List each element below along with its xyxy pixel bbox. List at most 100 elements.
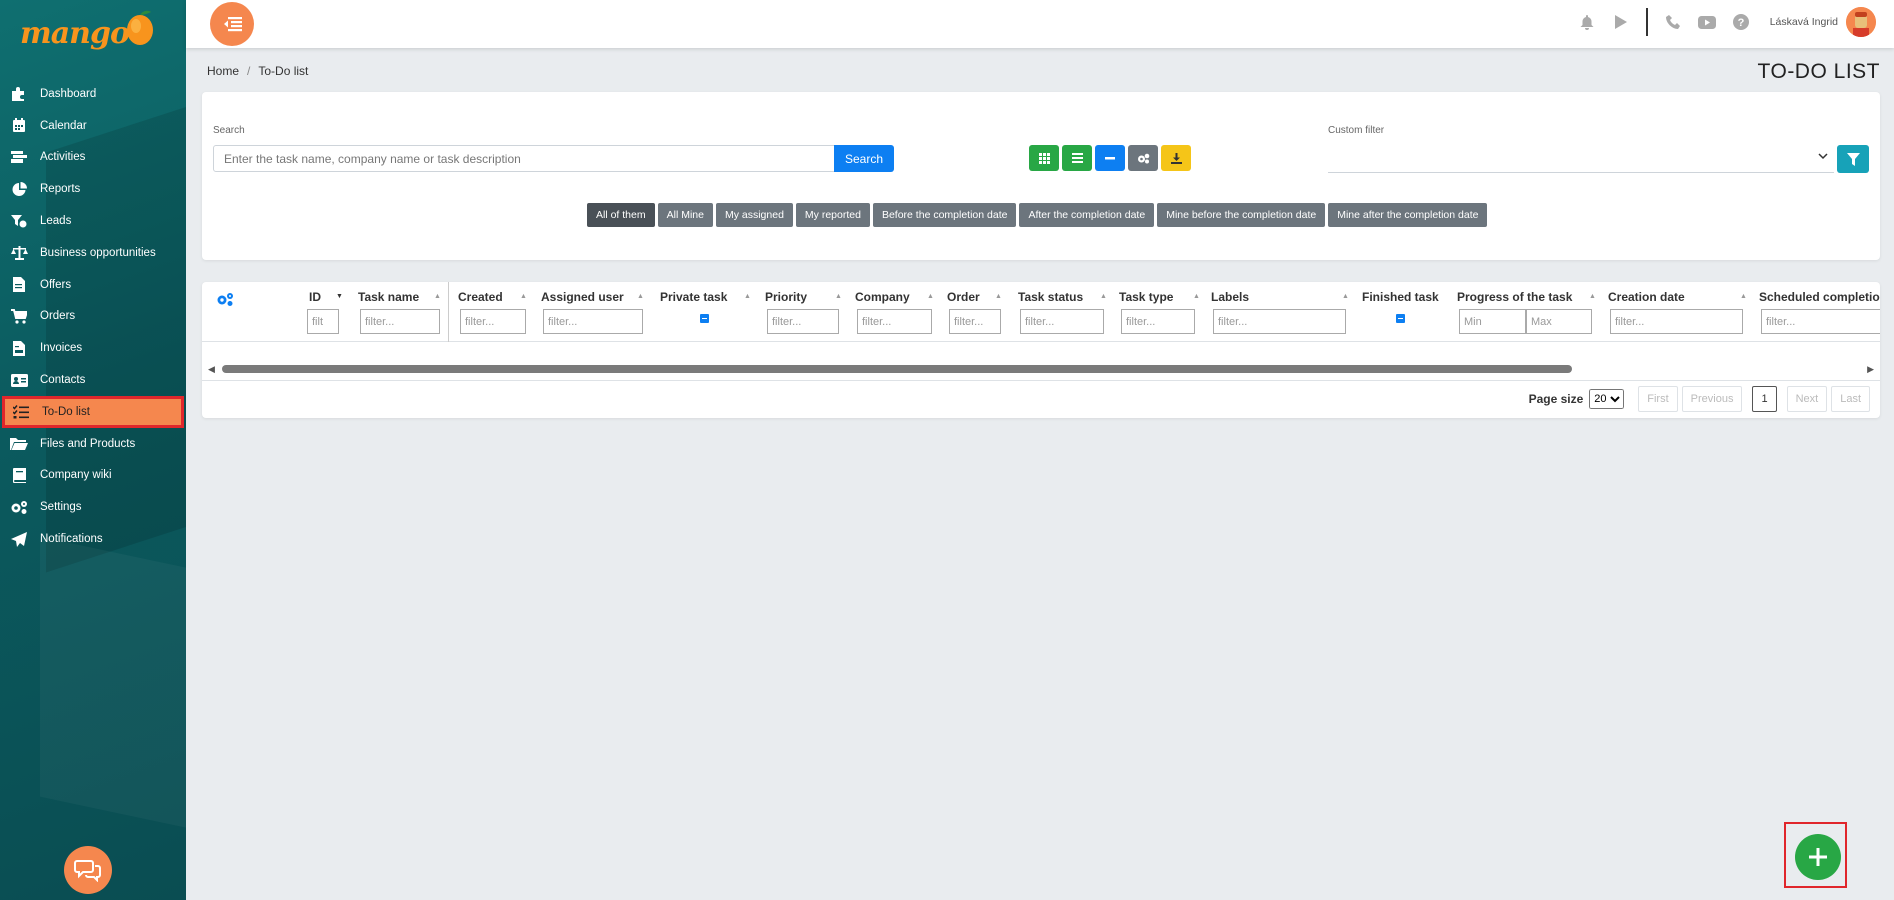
svg-text:?: ? xyxy=(1737,17,1744,29)
search-button[interactable]: Search xyxy=(834,145,894,172)
scrollbar-thumb[interactable] xyxy=(222,365,1572,373)
filter-input[interactable] xyxy=(307,309,339,334)
column-finished-task[interactable]: Finished task xyxy=(1362,290,1446,323)
column-company[interactable]: Company ▲ xyxy=(855,290,935,334)
play-icon[interactable] xyxy=(1604,15,1638,29)
horizontal-scrollbar[interactable]: ◀ ▶ xyxy=(208,364,1874,374)
column-header: Creation date xyxy=(1608,290,1685,304)
apply-filter-button[interactable] xyxy=(1837,145,1869,173)
pill-mine-before-completion-date[interactable]: Mine before the completion date xyxy=(1157,203,1326,227)
column-scheduled-completion[interactable]: Scheduled completio xyxy=(1759,290,1880,334)
finished-task-filter-checkbox[interactable] xyxy=(1396,314,1405,323)
filter-input[interactable] xyxy=(949,309,1001,334)
menu-toggle-button[interactable] xyxy=(210,2,254,46)
phone-icon[interactable] xyxy=(1656,15,1690,29)
sidebar-item-offers[interactable]: Offers xyxy=(0,269,186,301)
sidebar-item-activities[interactable]: Activities xyxy=(0,142,186,174)
filter-input[interactable] xyxy=(857,309,932,334)
sidebar-item-leads[interactable]: Leads xyxy=(0,205,186,237)
filter-input[interactable] xyxy=(767,309,839,334)
scroll-right-icon[interactable]: ▶ xyxy=(1867,364,1874,375)
logo-text: mango xyxy=(20,15,130,51)
last-page-button[interactable]: Last xyxy=(1831,386,1870,412)
page-size-select[interactable]: 20 xyxy=(1589,389,1625,409)
first-page-button[interactable]: First xyxy=(1638,386,1678,412)
page-title: TO-DO LIST xyxy=(1757,60,1880,83)
sidebar-item-contacts[interactable]: Contacts xyxy=(0,364,186,396)
progress-min-input[interactable] xyxy=(1459,309,1526,334)
sort-icon: ▲ xyxy=(1100,293,1107,300)
table-settings[interactable] xyxy=(216,292,234,310)
sidebar-item-orders[interactable]: Orders xyxy=(0,301,186,333)
column-labels[interactable]: Labels ▲ xyxy=(1211,290,1351,334)
sort-icon: ▲ xyxy=(520,293,527,300)
column-header: Finished task xyxy=(1362,290,1439,304)
add-task-button[interactable] xyxy=(1795,834,1841,880)
filter-input[interactable] xyxy=(360,309,440,334)
column-progress[interactable]: Progress of the task ▲ xyxy=(1457,290,1597,334)
pill-before-completion-date[interactable]: Before the completion date xyxy=(872,203,1017,227)
custom-filter-select[interactable] xyxy=(1328,145,1834,173)
bell-icon[interactable] xyxy=(1570,14,1604,30)
sidebar-item-settings[interactable]: Settings xyxy=(0,491,186,523)
column-private-task[interactable]: Private task ▲ xyxy=(660,290,752,323)
column-creation-date[interactable]: Creation date ▲ xyxy=(1608,290,1748,334)
filter-input[interactable] xyxy=(1610,309,1743,334)
next-page-button[interactable]: Next xyxy=(1786,386,1828,412)
column-task-status[interactable]: Task status ▲ xyxy=(1018,290,1108,334)
logo[interactable]: mango xyxy=(20,8,157,58)
column-divider xyxy=(448,282,449,342)
scroll-left-icon[interactable]: ◀ xyxy=(208,364,215,375)
filter-input[interactable] xyxy=(1761,309,1880,334)
filter-input[interactable] xyxy=(1213,309,1346,334)
pill-mine-after-completion-date[interactable]: Mine after the completion date xyxy=(1328,203,1488,227)
column-header: Priority xyxy=(765,290,808,304)
column-id[interactable]: ID ▼ xyxy=(307,290,349,334)
sidebar-item-files-and-products[interactable]: Files and Products xyxy=(0,428,186,460)
help-icon[interactable]: ? xyxy=(1724,14,1758,30)
pill-all-of-them[interactable]: All of them xyxy=(587,203,655,227)
filter-input[interactable] xyxy=(1121,309,1195,334)
pill-my-reported[interactable]: My reported xyxy=(795,203,870,227)
youtube-icon[interactable] xyxy=(1690,15,1724,29)
sidebar-item-business-opportunities[interactable]: Business opportunities xyxy=(0,237,186,269)
sidebar-item-calendar[interactable]: Calendar xyxy=(0,110,186,142)
column-priority[interactable]: Priority ▲ xyxy=(765,290,845,334)
sort-icon: ▲ xyxy=(927,293,934,300)
pill-my-assigned[interactable]: My assigned xyxy=(715,203,793,227)
sidebar-item-label: Reports xyxy=(40,183,81,196)
current-page-button[interactable]: 1 xyxy=(1752,386,1777,412)
grid-view-button[interactable] xyxy=(1029,145,1059,171)
breadcrumb-home[interactable]: Home xyxy=(207,64,239,78)
custom-filter-label: Custom filter xyxy=(1328,125,1385,136)
column-created[interactable]: Created ▲ xyxy=(458,290,528,334)
pill-all-mine[interactable]: All Mine xyxy=(657,203,713,227)
column-task-type[interactable]: Task type ▲ xyxy=(1119,290,1201,334)
pill-after-completion-date[interactable]: After the completion date xyxy=(1019,203,1155,227)
private-task-filter-checkbox[interactable] xyxy=(700,314,709,323)
sidebar-item-dashboard[interactable]: Dashboard xyxy=(0,78,186,110)
sidebar-item-company-wiki[interactable]: Company wiki xyxy=(0,460,186,492)
filter-input[interactable] xyxy=(460,309,526,334)
list-view-button[interactable] xyxy=(1062,145,1092,171)
sidebar-item-notifications[interactable]: Notifications xyxy=(0,523,186,555)
chat-button[interactable] xyxy=(64,846,112,894)
filter-input[interactable] xyxy=(1020,309,1104,334)
avatar[interactable] xyxy=(1846,7,1876,37)
filter-input[interactable] xyxy=(543,309,643,334)
sidebar-item-invoices[interactable]: Invoices xyxy=(0,332,186,364)
columns-settings-button[interactable] xyxy=(1128,145,1158,171)
collapse-button[interactable] xyxy=(1095,145,1125,171)
user-name[interactable]: Láskavá Ingrid xyxy=(1770,16,1838,28)
column-assigned-user[interactable]: Assigned user ▲ xyxy=(541,290,645,334)
sidebar-item-todo-list[interactable]: To-Do list xyxy=(2,395,184,428)
column-order[interactable]: Order ▲ xyxy=(947,290,1005,334)
progress-max-input[interactable] xyxy=(1526,309,1592,334)
column-task-name[interactable]: Task name ▲ xyxy=(358,290,442,334)
search-input[interactable] xyxy=(213,145,837,172)
sidebar-nav: Dashboard Calendar Activities Reports Le… xyxy=(0,78,186,555)
previous-page-button[interactable]: Previous xyxy=(1681,386,1743,412)
export-button[interactable] xyxy=(1161,145,1191,171)
topbar-icons: ? Láskavá Ingrid xyxy=(1570,0,1894,44)
sidebar-item-reports[interactable]: Reports xyxy=(0,173,186,205)
